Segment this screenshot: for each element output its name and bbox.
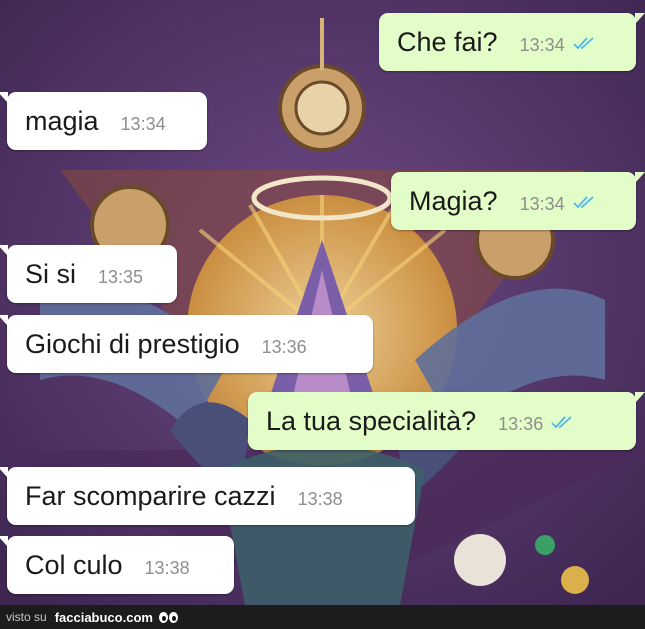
double-check-icon xyxy=(551,415,575,434)
eyes-icon xyxy=(158,611,178,623)
message-timestamp: 13:38 xyxy=(297,488,343,509)
message-timestamp: 13:34 xyxy=(519,34,565,55)
message-bubble-incoming[interactable]: Far scomparire cazzi 13:38 xyxy=(0,467,415,525)
double-check-icon xyxy=(572,195,597,214)
double-check-icon xyxy=(572,36,597,55)
message-text: Far scomparire cazzi xyxy=(25,480,276,511)
message-timestamp: 13:34 xyxy=(519,193,565,214)
watermark-bar: visto su facciabuco.com xyxy=(0,605,645,629)
message-timestamp: 13:35 xyxy=(98,266,144,287)
message-text: Col culo xyxy=(25,549,123,580)
message-bubble-outgoing[interactable]: La tua specialità? 13:36 xyxy=(248,392,645,450)
message-timestamp: 13:36 xyxy=(498,413,544,434)
message-bubble-incoming[interactable]: Si si 13:35 xyxy=(0,245,177,303)
message-text: Giochi di prestigio xyxy=(25,328,240,359)
message-text: magia xyxy=(25,105,99,136)
message-bubble-outgoing[interactable]: Magia? 13:34 xyxy=(391,172,645,230)
message-timestamp: 13:34 xyxy=(120,113,166,134)
watermark-prefix: visto su xyxy=(6,610,47,624)
message-bubble-outgoing[interactable]: Che fai? 13:34 xyxy=(379,13,645,71)
message-timestamp: 13:38 xyxy=(144,557,190,578)
message-bubble-incoming[interactable]: magia 13:34 xyxy=(0,92,207,150)
message-bubble-incoming[interactable]: Giochi di prestigio 13:36 xyxy=(0,315,373,373)
message-timestamp: 13:36 xyxy=(261,336,307,357)
watermark-site[interactable]: facciabuco.com xyxy=(55,610,153,625)
message-text: Si si xyxy=(25,258,77,289)
message-text: Che fai? xyxy=(397,26,498,57)
message-text: Magia? xyxy=(409,185,498,216)
message-bubble-incoming[interactable]: Col culo 13:38 xyxy=(0,536,234,594)
message-text: La tua specialità? xyxy=(266,405,477,436)
